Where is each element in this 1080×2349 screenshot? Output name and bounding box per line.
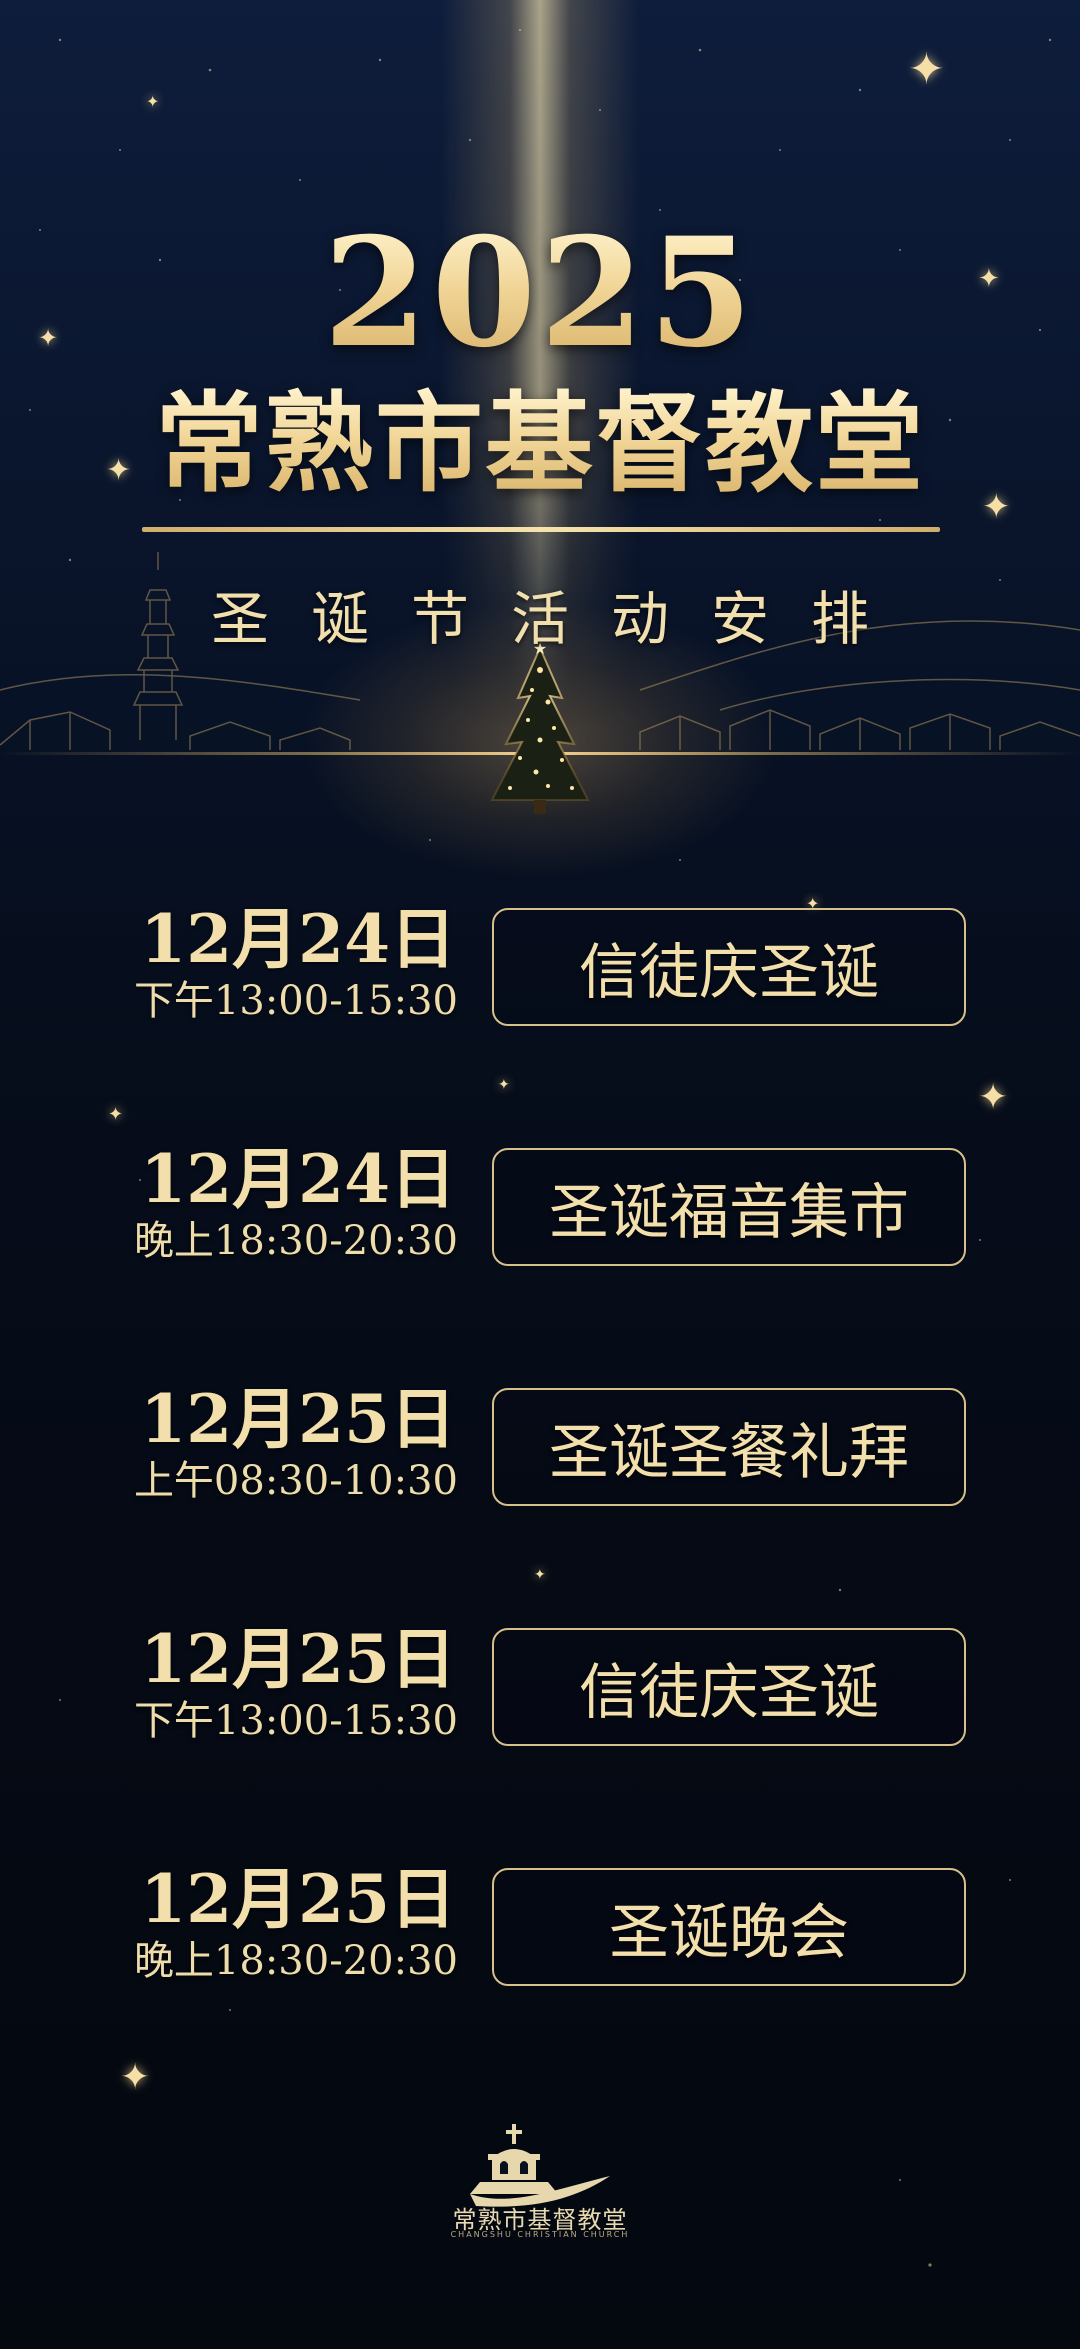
event-name-box: 圣诞晚会 [492, 1868, 966, 1986]
poster: ✦ ✦ ✦ ✦ ✦ ✦ ✦ ✦ ✦ ✦ ✦ ✦ [0, 0, 1080, 2349]
event-name-box: 圣诞圣餐礼拜 [492, 1388, 966, 1506]
event-time: 上午08:30-10:30 [133, 1458, 458, 1504]
event-time: 晚上18:30-20:30 [133, 1938, 458, 1984]
sparkle-star-icon: ✦ [978, 1077, 1009, 1118]
event-date: 12月25日 [140, 1620, 456, 1698]
event-name-box: 信徒庆圣诞 [492, 1628, 966, 1746]
sparkle-star-icon: ✦ [108, 1104, 124, 1125]
church-name-title: 常熟市基督教堂 [0, 384, 1080, 504]
title-divider [142, 527, 940, 532]
sparkle-star-icon: ✦ [120, 2057, 151, 2098]
page-subtitle: 圣诞节活动安排 [210, 585, 911, 653]
event-year: 2025 [0, 218, 1080, 368]
sparkle-star-icon: ✦ [908, 44, 945, 95]
event-date: 12月25日 [140, 1860, 456, 1938]
schedule-item: 12月25日 晚上18:30-20:30 圣诞晚会 [0, 1860, 1080, 1990]
event-name-box: 信徒庆圣诞 [492, 908, 966, 1026]
schedule-item: 12月24日 晚上18:30-20:30 圣诞福音集市 [0, 1140, 1080, 1270]
event-time: 下午13:00-15:30 [133, 1698, 458, 1744]
event-date: 12月24日 [140, 900, 456, 978]
sparkle-star-icon: ✦ [534, 1567, 546, 1583]
sparkle-star-icon: ✦ [498, 1077, 510, 1093]
event-date: 12月25日 [140, 1380, 456, 1458]
event-time: 下午13:00-15:30 [133, 978, 458, 1024]
logo-english-name: CHANGSHU CHRISTIAN CHURCH [450, 2230, 630, 2239]
schedule-item: 12月25日 下午13:00-15:30 信徒庆圣诞 [0, 1620, 1080, 1750]
event-time: 晚上18:30-20:30 [133, 1218, 458, 1264]
christmas-tree-icon: ★ [490, 640, 590, 814]
schedule-item: 12月24日 下午13:00-15:30 信徒庆圣诞 [0, 900, 1080, 1030]
event-name-box: 圣诞福音集市 [492, 1148, 966, 1266]
event-date: 12月24日 [140, 1140, 456, 1218]
schedule-item: 12月25日 上午08:30-10:30 圣诞圣餐礼拜 [0, 1380, 1080, 1510]
sparkle-star-icon: ✦ [146, 92, 160, 111]
